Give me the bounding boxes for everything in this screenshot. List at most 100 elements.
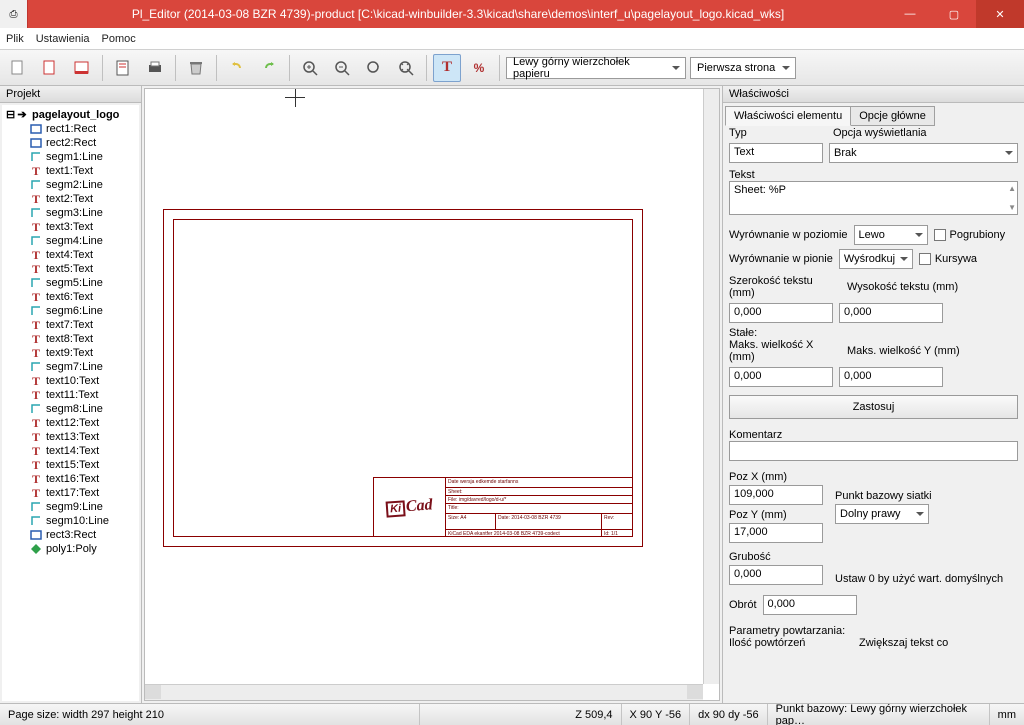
tree-item[interactable]: segm4:Line [4, 234, 137, 248]
menu-file[interactable]: Plik [6, 33, 24, 45]
tree-item[interactable]: rect2:Rect [4, 136, 137, 150]
anchor-label: Punkt bazowy siatki [835, 490, 1018, 502]
tree-root[interactable]: ⊟ ➔ pagelayout_logo [4, 107, 137, 122]
tree-item[interactable]: segm6:Line [4, 304, 137, 318]
valign-select[interactable]: Wyśrodkuj [839, 249, 913, 269]
tree-item[interactable]: Ttext2:Text [4, 192, 137, 206]
posy-input[interactable]: 17,000 [729, 523, 823, 543]
spinner-down-icon[interactable]: ▼ [1008, 203, 1016, 212]
origin-combo[interactable]: Lewy górny wierzchołek papieru [506, 57, 686, 79]
tree-item[interactable]: segm7:Line [4, 360, 137, 374]
menu-settings[interactable]: Ustawienia [36, 33, 90, 45]
tree-item[interactable]: rect1:Rect [4, 122, 137, 136]
text-tool-button[interactable]: T [433, 54, 461, 82]
open-button[interactable] [36, 54, 64, 82]
zoom-redraw-button[interactable] [360, 54, 388, 82]
bold-checkbox[interactable]: Pogrubiony [934, 229, 1006, 241]
arrow-icon: ➔ [16, 109, 28, 121]
tree-item[interactable]: segm2:Line [4, 178, 137, 192]
display-select[interactable]: Brak [829, 143, 1018, 163]
save-button[interactable] [68, 54, 96, 82]
tree-item[interactable]: Ttext15:Text [4, 458, 137, 472]
posy-label: Poz Y (mm) [729, 509, 829, 521]
delete-button[interactable] [182, 54, 210, 82]
menu-help[interactable]: Pomoc [102, 33, 136, 45]
tree-item[interactable]: poly1:Poly [4, 542, 137, 556]
window-title: Pl_Editor (2014-03-08 BZR 4739)-product … [28, 7, 888, 21]
repeat-inc-label: Zwiększaj tekst co [859, 637, 948, 649]
drawing-canvas[interactable]: KiCad Date wersja edkemde starfanns Shee… [144, 88, 720, 701]
percent-tool-button[interactable]: % [465, 54, 493, 82]
apply-button[interactable]: Zastosuj [729, 395, 1018, 419]
zoom-in-button[interactable] [296, 54, 324, 82]
posx-input[interactable]: 109,000 [729, 485, 823, 505]
status-dxy: dx 90 dy -56 [690, 704, 768, 725]
tree-item[interactable]: Ttext7:Text [4, 318, 137, 332]
tree-item[interactable]: Ttext5:Text [4, 262, 137, 276]
tree-item[interactable]: rect3:Rect [4, 528, 137, 542]
toolbar-separator [289, 55, 290, 81]
tree-item[interactable]: Ttext14:Text [4, 444, 137, 458]
halign-select[interactable]: Lewo [854, 225, 928, 245]
maxx-input[interactable]: 0,000 [729, 367, 833, 387]
height-input[interactable]: 0,000 [839, 303, 943, 323]
undo-button[interactable] [223, 54, 251, 82]
text-icon: T [30, 165, 42, 177]
tree-item[interactable]: Ttext17:Text [4, 486, 137, 500]
tree-item[interactable]: Ttext13:Text [4, 430, 137, 444]
tree-item[interactable]: Ttext10:Text [4, 374, 137, 388]
tab-element-props[interactable]: Właściwości elementu [725, 106, 851, 126]
redo-button[interactable] [255, 54, 283, 82]
tree-item[interactable]: segm1:Line [4, 150, 137, 164]
komentarz-input[interactable] [729, 441, 1018, 461]
tab-main-options[interactable]: Opcje główne [850, 106, 935, 126]
width-input[interactable]: 0,000 [729, 303, 833, 323]
typ-input[interactable]: Text [729, 143, 823, 163]
tree-item[interactable]: Ttext8:Text [4, 332, 137, 346]
new-button[interactable] [4, 54, 32, 82]
tree-item[interactable]: Ttext3:Text [4, 220, 137, 234]
tree-item[interactable]: segm3:Line [4, 206, 137, 220]
tree-item[interactable]: Ttext4:Text [4, 248, 137, 262]
text-icon: T [30, 473, 42, 485]
page-combo[interactable]: Pierwsza strona [690, 57, 796, 79]
grubosc-input[interactable]: 0,000 [729, 565, 823, 585]
horizontal-scrollbar[interactable] [145, 684, 703, 700]
tree-item[interactable]: Ttext12:Text [4, 416, 137, 430]
status-zoom: Z 509,4 [567, 704, 621, 725]
project-tree[interactable]: ⊟ ➔ pagelayout_logo rect1:Rectrect2:Rect… [2, 105, 139, 701]
tree-item[interactable]: segm9:Line [4, 500, 137, 514]
tree-item[interactable]: segm10:Line [4, 514, 137, 528]
zoom-fit-button[interactable] [392, 54, 420, 82]
tree-item[interactable]: Ttext16:Text [4, 472, 137, 486]
tree-item[interactable]: Ttext9:Text [4, 346, 137, 360]
spinner-up-icon[interactable]: ▲ [1008, 184, 1016, 193]
print-button[interactable] [141, 54, 169, 82]
tree-item[interactable]: segm5:Line [4, 276, 137, 290]
tree-item[interactable]: Ttext6:Text [4, 290, 137, 304]
close-button[interactable]: ✕ [976, 0, 1024, 28]
tree-item[interactable]: Ttext1:Text [4, 164, 137, 178]
anchor-select[interactable]: Dolny prawy [835, 504, 929, 524]
text-icon: T [30, 263, 42, 275]
minimize-button[interactable]: — [888, 0, 932, 28]
tree-item[interactable]: Ttext11:Text [4, 388, 137, 402]
line-icon [30, 361, 42, 373]
line-icon [30, 207, 42, 219]
obrot-input[interactable]: 0,000 [763, 595, 857, 615]
toolbar-separator [102, 55, 103, 81]
tekst-textarea[interactable]: Sheet: %P ▲ ▼ [729, 181, 1018, 215]
status-anchor: Punkt bazowy: Lewy górny wierzchołek pap… [768, 704, 990, 725]
maxy-input[interactable]: 0,000 [839, 367, 943, 387]
toolbar-separator [175, 55, 176, 81]
rect-icon [30, 123, 42, 135]
italic-checkbox[interactable]: Kursywa [919, 253, 977, 265]
text-icon: T [30, 319, 42, 331]
zoom-out-button[interactable] [328, 54, 356, 82]
line-icon [30, 305, 42, 317]
vertical-scrollbar[interactable] [703, 89, 719, 684]
maximize-button[interactable]: ▢ [932, 0, 976, 28]
page-settings-button[interactable] [109, 54, 137, 82]
toolbar-separator [216, 55, 217, 81]
tree-item[interactable]: segm8:Line [4, 402, 137, 416]
